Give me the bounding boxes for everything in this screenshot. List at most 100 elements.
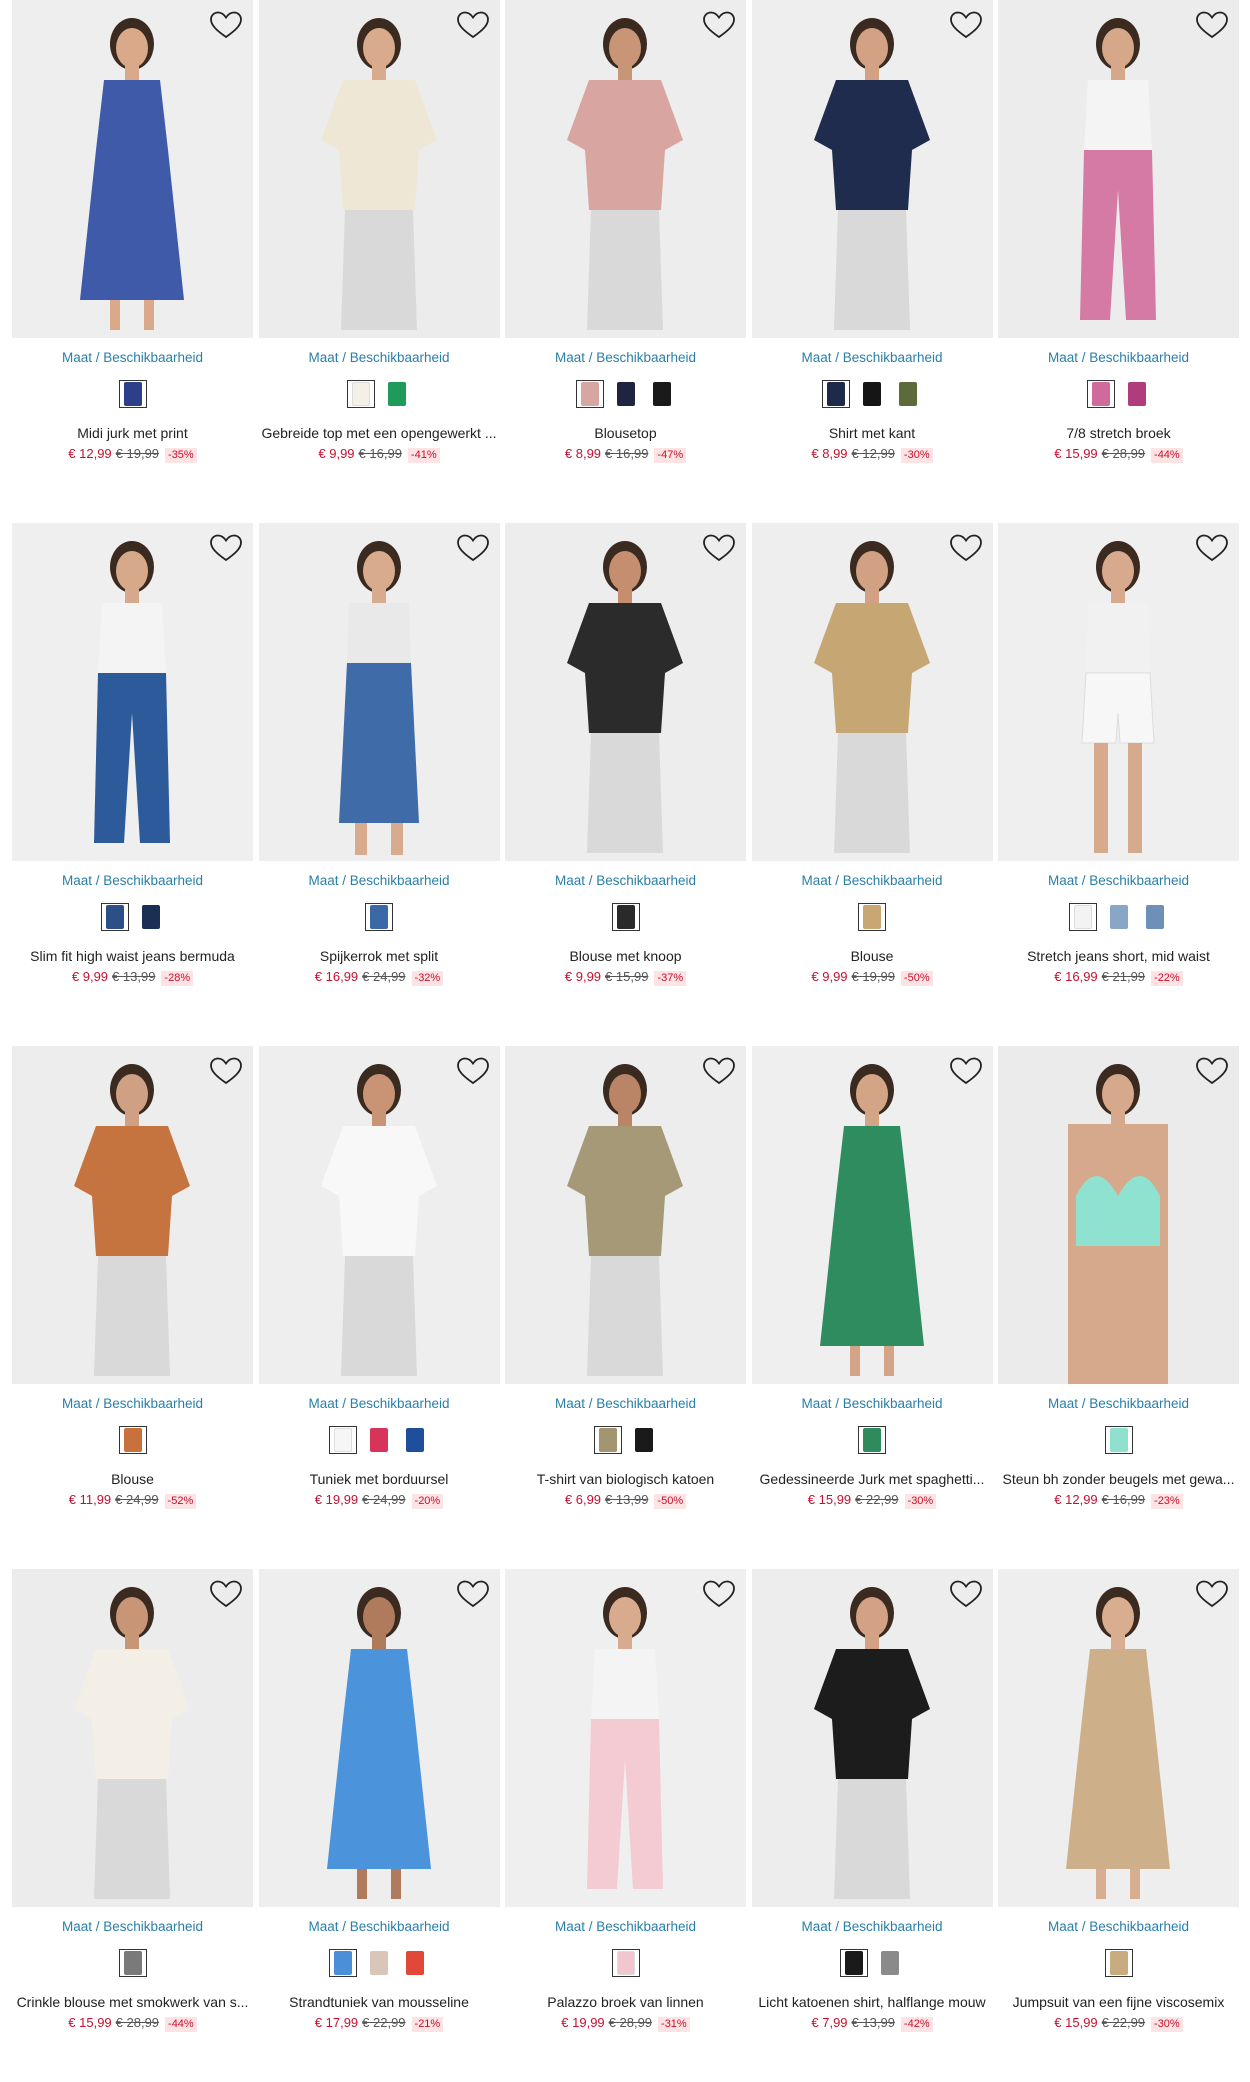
- product-card[interactable]: Maat / Beschikbaarheid Steun bh zonder be…: [998, 1046, 1239, 1526]
- color-swatch[interactable]: [401, 1426, 429, 1454]
- color-swatch[interactable]: [876, 1949, 904, 1977]
- size-availability-link[interactable]: Maat / Beschikbaarheid: [12, 350, 253, 365]
- product-image[interactable]: [12, 523, 253, 861]
- product-card[interactable]: Maat / Beschikbaarheid 7/8 stretch broek €…: [998, 0, 1239, 480]
- product-image[interactable]: [751, 1569, 993, 1907]
- product-name[interactable]: Shirt met kant: [752, 425, 993, 441]
- color-swatch[interactable]: [840, 1949, 868, 1977]
- size-availability-link[interactable]: Maat / Beschikbaarheid: [505, 1396, 746, 1411]
- size-availability-link[interactable]: Maat / Beschikbaarheid: [752, 350, 993, 365]
- color-swatch[interactable]: [365, 1949, 393, 1977]
- size-availability-link[interactable]: Maat / Beschikbaarheid: [259, 1919, 500, 1934]
- product-name[interactable]: Crinkle blouse met smokwerk van s...: [12, 1994, 253, 2010]
- color-swatch[interactable]: [1104, 1949, 1133, 1977]
- product-card[interactable]: Maat / Beschikbaarheid T-shirt van biolog…: [505, 1046, 746, 1526]
- color-swatch[interactable]: [137, 903, 165, 931]
- wishlist-heart-icon[interactable]: [456, 1056, 490, 1086]
- product-name[interactable]: Gedessineerde Jurk met spaghetti...: [752, 1471, 993, 1487]
- product-name[interactable]: Jumpsuit van een fijne viscosemix: [998, 1994, 1239, 2010]
- product-card[interactable]: Maat / Beschikbaarheid Tuniek met borduur…: [258, 1046, 500, 1526]
- color-swatch[interactable]: [611, 1949, 640, 1977]
- color-swatch[interactable]: [118, 1949, 147, 1977]
- color-swatch[interactable]: [1086, 380, 1115, 408]
- color-swatch[interactable]: [118, 1426, 147, 1454]
- product-name[interactable]: Palazzo broek van linnen: [505, 1994, 746, 2010]
- wishlist-heart-icon[interactable]: [209, 10, 243, 40]
- wishlist-heart-icon[interactable]: [1195, 533, 1229, 563]
- wishlist-heart-icon[interactable]: [209, 533, 243, 563]
- color-swatch[interactable]: [1123, 380, 1151, 408]
- size-availability-link[interactable]: Maat / Beschikbaarheid: [12, 873, 253, 888]
- color-swatch[interactable]: [1068, 903, 1097, 931]
- wishlist-heart-icon[interactable]: [456, 10, 490, 40]
- product-image[interactable]: [12, 0, 253, 338]
- color-swatch[interactable]: [1104, 1426, 1133, 1454]
- size-availability-link[interactable]: Maat / Beschikbaarheid: [259, 350, 500, 365]
- product-card[interactable]: Maat / Beschikbaarheid Gedessineerde Jurk…: [751, 1046, 993, 1526]
- wishlist-heart-icon[interactable]: [1195, 10, 1229, 40]
- product-image[interactable]: [12, 1569, 253, 1907]
- color-swatch[interactable]: [612, 380, 640, 408]
- color-swatch[interactable]: [383, 380, 411, 408]
- product-card[interactable]: Maat / Beschikbaarheid Shirt met kant € 8,…: [751, 0, 993, 480]
- product-image[interactable]: [258, 1046, 500, 1384]
- size-availability-link[interactable]: Maat / Beschikbaarheid: [259, 1396, 500, 1411]
- product-name[interactable]: Blouse met knoop: [505, 948, 746, 964]
- product-name[interactable]: Stretch jeans short, mid waist: [998, 948, 1239, 964]
- product-image[interactable]: [12, 1046, 253, 1384]
- wishlist-heart-icon[interactable]: [949, 1579, 983, 1609]
- product-image[interactable]: [751, 0, 993, 338]
- size-availability-link[interactable]: Maat / Beschikbaarheid: [12, 1396, 253, 1411]
- product-card[interactable]: Maat / Beschikbaarheid Slim fit high wais…: [12, 523, 253, 1003]
- wishlist-heart-icon[interactable]: [949, 10, 983, 40]
- product-card[interactable]: Maat / Beschikbaarheid Midi jurk met prin…: [12, 0, 253, 480]
- color-swatch[interactable]: [630, 1426, 658, 1454]
- color-swatch[interactable]: [1141, 903, 1169, 931]
- product-image[interactable]: [505, 523, 746, 861]
- color-swatch[interactable]: [365, 1426, 393, 1454]
- product-card[interactable]: Maat / Beschikbaarheid Blouse met knoop € …: [505, 523, 746, 1003]
- product-name[interactable]: Blousetop: [505, 425, 746, 441]
- size-availability-link[interactable]: Maat / Beschikbaarheid: [505, 873, 746, 888]
- product-card[interactable]: Maat / Beschikbaarheid Gebreide top met e…: [258, 0, 500, 480]
- color-swatch[interactable]: [1105, 903, 1133, 931]
- size-availability-link[interactable]: Maat / Beschikbaarheid: [998, 873, 1239, 888]
- product-name[interactable]: T-shirt van biologisch katoen: [505, 1471, 746, 1487]
- product-image[interactable]: [505, 1569, 746, 1907]
- color-swatch[interactable]: [858, 1426, 886, 1454]
- wishlist-heart-icon[interactable]: [1195, 1056, 1229, 1086]
- size-availability-link[interactable]: Maat / Beschikbaarheid: [752, 1919, 993, 1934]
- product-image[interactable]: [258, 523, 500, 861]
- color-swatch[interactable]: [611, 903, 640, 931]
- wishlist-heart-icon[interactable]: [949, 1056, 983, 1086]
- product-image[interactable]: [505, 0, 746, 338]
- color-swatch[interactable]: [401, 1949, 429, 1977]
- product-name[interactable]: Licht katoenen shirt, halflange mouw: [752, 1994, 993, 2010]
- product-card[interactable]: Maat / Beschikbaarheid Blousetop € 8,99 € 1…: [505, 0, 746, 480]
- size-availability-link[interactable]: Maat / Beschikbaarheid: [259, 873, 500, 888]
- color-swatch[interactable]: [365, 903, 393, 931]
- product-name[interactable]: Blouse: [752, 948, 993, 964]
- product-name[interactable]: Midi jurk met print: [12, 425, 253, 441]
- product-image[interactable]: [751, 523, 993, 861]
- product-image[interactable]: [258, 1569, 500, 1907]
- size-availability-link[interactable]: Maat / Beschikbaarheid: [998, 1396, 1239, 1411]
- color-swatch[interactable]: [648, 380, 676, 408]
- color-swatch[interactable]: [822, 380, 850, 408]
- size-availability-link[interactable]: Maat / Beschikbaarheid: [998, 350, 1239, 365]
- product-name[interactable]: 7/8 stretch broek: [998, 425, 1239, 441]
- product-card[interactable]: Maat / Beschikbaarheid Stretch jeans shor…: [998, 523, 1239, 1003]
- wishlist-heart-icon[interactable]: [209, 1579, 243, 1609]
- product-name[interactable]: Spijkerrok met split: [259, 948, 500, 964]
- size-availability-link[interactable]: Maat / Beschikbaarheid: [505, 350, 746, 365]
- size-availability-link[interactable]: Maat / Beschikbaarheid: [12, 1919, 253, 1934]
- color-swatch[interactable]: [329, 1426, 357, 1454]
- product-card[interactable]: Maat / Beschikbaarheid Palazzo broek van …: [505, 1569, 746, 2049]
- product-card[interactable]: Maat / Beschikbaarheid Jumpsuit van een f…: [998, 1569, 1239, 2049]
- wishlist-heart-icon[interactable]: [456, 533, 490, 563]
- product-name[interactable]: Tuniek met borduursel: [259, 1471, 500, 1487]
- product-name[interactable]: Strandtuniek van mousseline: [259, 1994, 500, 2010]
- product-image[interactable]: [998, 0, 1239, 338]
- size-availability-link[interactable]: Maat / Beschikbaarheid: [752, 873, 993, 888]
- product-image[interactable]: [998, 1569, 1239, 1907]
